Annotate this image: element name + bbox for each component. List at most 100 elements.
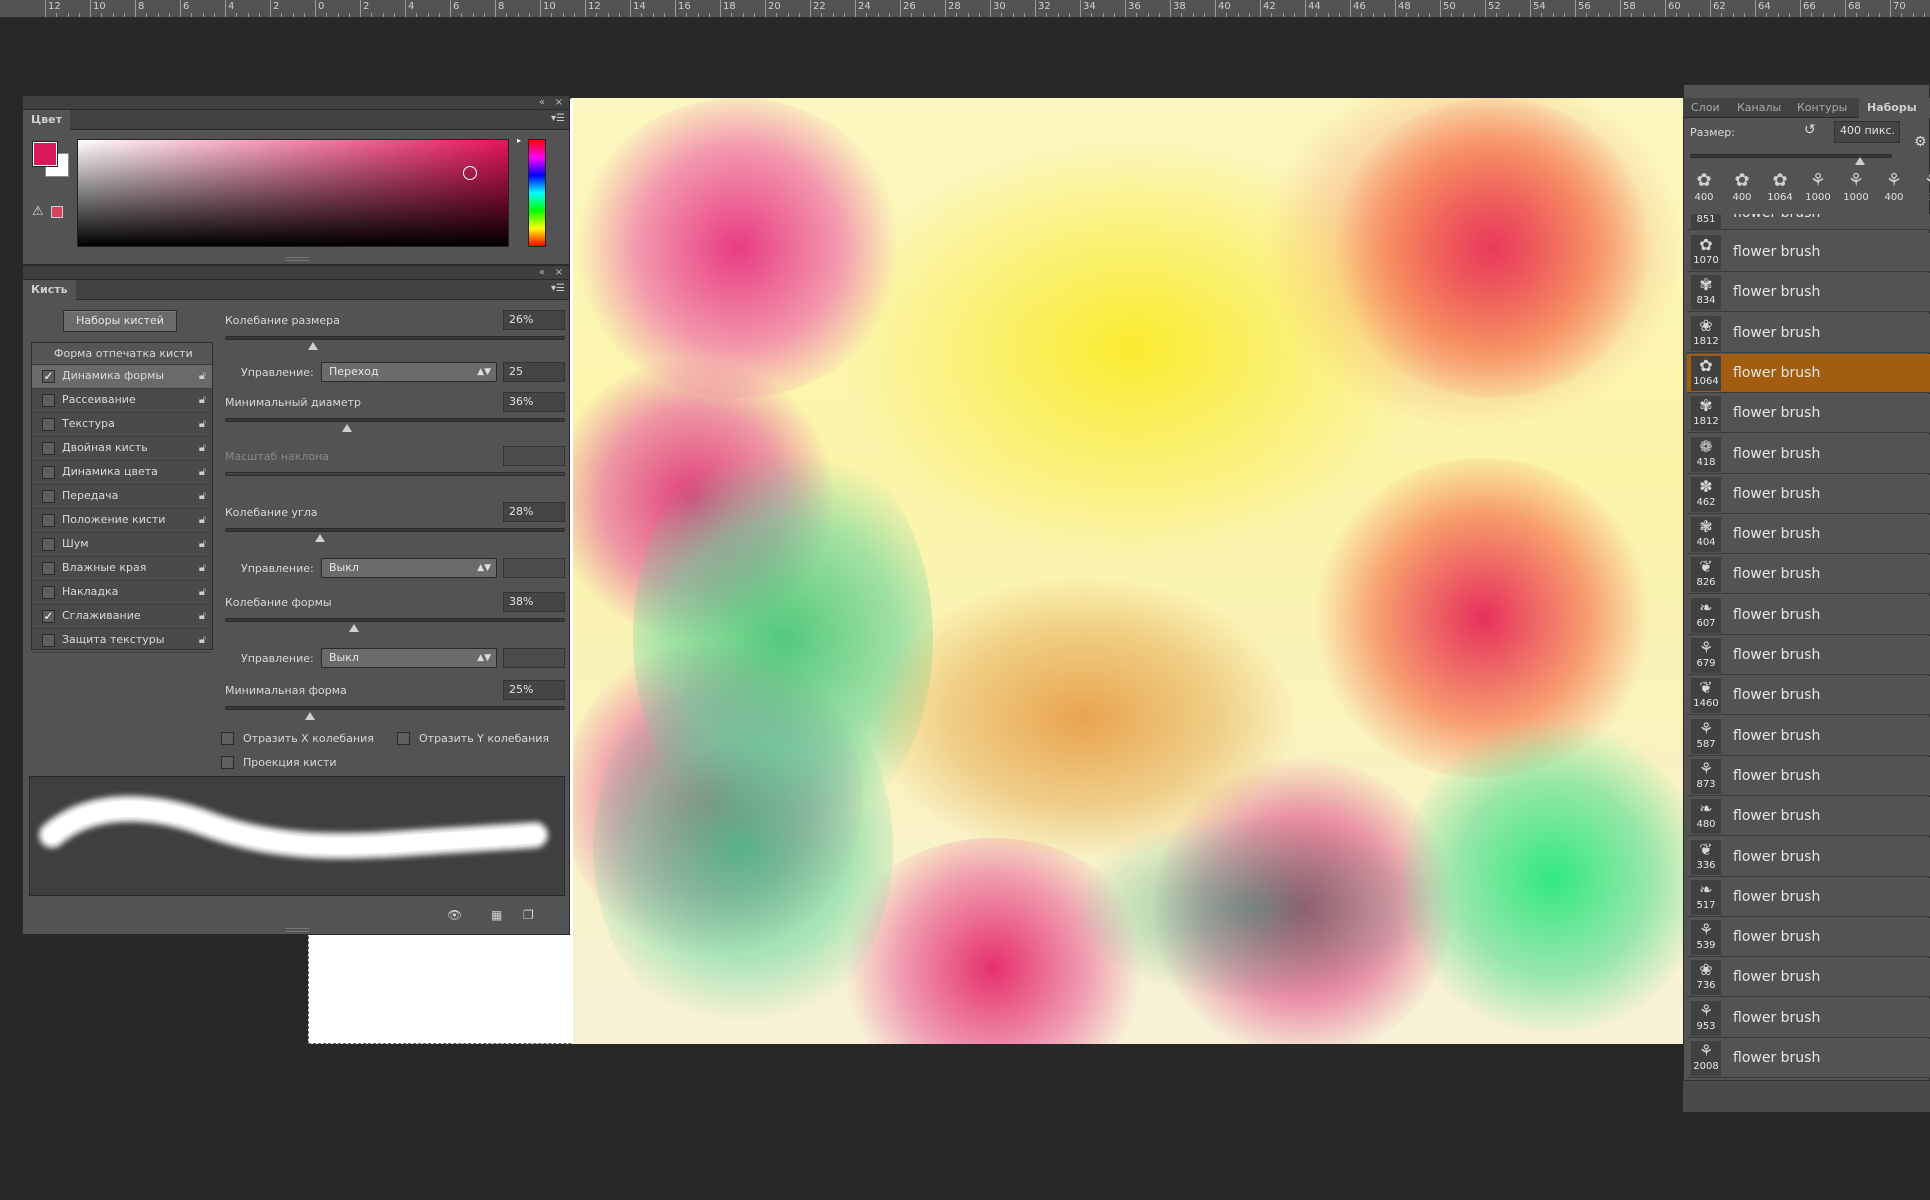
size-control-amount[interactable]: 25 xyxy=(503,362,565,382)
brush-strip-preset[interactable]: ✿ 400 xyxy=(1686,170,1722,210)
angle-jitter-value[interactable]: 28% xyxy=(503,502,565,522)
lock-icon[interactable]: 🔓︎ xyxy=(199,561,206,575)
horizontal-ruler[interactable]: 12 10 8 6 4 2 0 2 4 6 8 10 12 14 16 18 20 22 24 26 28 30 32 34 3… xyxy=(0,0,1930,18)
min-diameter-slider[interactable] xyxy=(225,418,565,422)
brush-option-row[interactable]: Текстура 🔓︎ xyxy=(32,413,212,437)
roundness-jitter-value[interactable]: 38% xyxy=(503,592,565,612)
option-checkbox[interactable]: ✓ xyxy=(42,370,55,383)
brush-preset-row[interactable]: ✿ 1070 flower brush xyxy=(1687,233,1930,272)
tab-color[interactable]: Цвет xyxy=(23,110,71,130)
color-picker-field[interactable] xyxy=(77,139,509,247)
preset-settings-icon[interactable]: ⚙ xyxy=(1914,134,1927,150)
lock-icon[interactable]: 🔓︎ xyxy=(199,465,206,479)
brush-option-row[interactable]: Положение кисти 🔓︎ xyxy=(32,509,212,533)
size-jitter-thumb[interactable] xyxy=(308,342,319,350)
lock-icon[interactable]: 🔓︎ xyxy=(199,441,206,455)
option-checkbox[interactable]: ✓ xyxy=(42,610,55,623)
brush-strip-preset[interactable]: ⚘ 1000 xyxy=(1800,170,1836,210)
brush-preset-row-partial[interactable]: ✿851 flower brush xyxy=(1687,214,1930,230)
size-value-box[interactable]: 400 пикс. xyxy=(1834,121,1900,143)
watercolor-artwork[interactable] xyxy=(573,98,1683,1044)
brush-preset-row[interactable]: ❧ 480 flower brush xyxy=(1687,797,1930,837)
option-checkbox[interactable] xyxy=(42,538,55,551)
angle-jitter-slider[interactable] xyxy=(225,528,565,532)
panel-resize-grip[interactable] xyxy=(285,928,309,932)
brush-preset-row[interactable]: ✾ 1812 flower brush xyxy=(1687,394,1930,434)
brush-preset-row[interactable]: ❦ 1460 flower brush xyxy=(1687,676,1930,716)
brush-option-row[interactable]: Шум 🔓︎ xyxy=(32,533,212,557)
tab-layers[interactable]: Слои xyxy=(1683,98,1728,118)
option-checkbox[interactable] xyxy=(42,514,55,527)
brush-option-row[interactable]: ✓ Динамика формы 🔓︎ xyxy=(32,365,212,389)
close-icon[interactable]: × xyxy=(555,266,563,280)
size-control-select[interactable]: Переход ▲▼ xyxy=(321,362,497,382)
flip-x-checkbox[interactable] xyxy=(221,732,234,745)
min-roundness-value[interactable]: 25% xyxy=(503,680,565,700)
brush-option-row[interactable]: Влажные края 🔓︎ xyxy=(32,557,212,581)
brush-preset-row[interactable]: ❃ 404 flower brush xyxy=(1687,515,1930,555)
size-jitter-slider[interactable] xyxy=(225,336,565,340)
tab-channels[interactable]: Каналы xyxy=(1729,98,1789,118)
brush-preset-row[interactable]: ❀ 1812 flower brush xyxy=(1687,313,1930,353)
lock-icon[interactable]: 🔓︎ xyxy=(199,489,206,503)
min-roundness-slider[interactable] xyxy=(225,706,565,710)
brush-preset-row[interactable]: ⚘ 2008 flower brush xyxy=(1687,1039,1930,1078)
brush-option-row[interactable]: Накладка 🔓︎ xyxy=(32,581,212,605)
brush-preset-row[interactable]: ❀ 736 flower brush xyxy=(1687,958,1930,998)
panel-resize-grip[interactable] xyxy=(285,257,309,261)
brush-preset-row[interactable]: ✽ 462 flower brush xyxy=(1687,474,1930,514)
warning-triangle-icon[interactable]: ⚠ xyxy=(32,204,44,219)
lock-icon[interactable]: 🔓︎ xyxy=(199,369,206,383)
brush-preset-row[interactable]: ⚘ 873 flower brush xyxy=(1687,756,1930,796)
projection-checkbox[interactable] xyxy=(221,756,234,769)
color-picker-marker[interactable] xyxy=(463,166,477,180)
brush-option-row[interactable]: Двойная кисть 🔓︎ xyxy=(32,437,212,461)
brush-presets-button[interactable]: Наборы кистей xyxy=(63,310,177,332)
angle-jitter-thumb[interactable] xyxy=(315,534,326,542)
lock-icon[interactable]: 🔓︎ xyxy=(199,633,206,647)
collapse-icon[interactable]: « xyxy=(539,96,545,110)
min-diameter-value[interactable]: 36% xyxy=(503,392,565,412)
brush-preset-row[interactable]: ✾ 834 flower brush xyxy=(1687,273,1930,313)
brush-option-row[interactable]: Передача 🔓︎ xyxy=(32,485,212,509)
lock-icon[interactable]: 🔓︎ xyxy=(199,585,206,599)
option-checkbox[interactable] xyxy=(42,634,55,647)
brush-strip-preset[interactable]: ⚘ 1000 xyxy=(1838,170,1874,210)
lock-icon[interactable]: 🔓︎ xyxy=(199,393,206,407)
brush-option-row[interactable]: Защита текстуры 🔓︎ xyxy=(32,629,212,653)
tab-paths[interactable]: Контуры xyxy=(1789,98,1855,118)
tab-brush[interactable]: Кисть xyxy=(23,280,76,300)
option-checkbox[interactable] xyxy=(42,442,55,455)
brush-preset-row[interactable]: ❧ 607 flower brush xyxy=(1687,595,1930,635)
tip-shape-header[interactable]: Форма отпечатка кисти xyxy=(32,343,212,365)
min-diameter-thumb[interactable] xyxy=(342,424,353,432)
lock-icon[interactable]: 🔓︎ xyxy=(199,417,206,431)
brush-preset-row[interactable]: ⚘ 679 flower brush xyxy=(1687,636,1930,675)
brush-preset-row[interactable]: ❦ 336 flower brush xyxy=(1687,837,1930,877)
option-checkbox[interactable] xyxy=(42,394,55,407)
collapse-icon[interactable]: « xyxy=(539,266,545,280)
option-checkbox[interactable] xyxy=(42,490,55,503)
min-roundness-thumb[interactable] xyxy=(305,712,315,720)
reset-size-icon[interactable]: ↺ xyxy=(1804,122,1816,138)
option-checkbox[interactable] xyxy=(42,418,55,431)
panel-menu-icon[interactable]: ▾☰ xyxy=(551,113,565,124)
size-slider-thumb[interactable] xyxy=(1855,157,1865,165)
brush-preset-row[interactable]: ⚘ 953 flower brush xyxy=(1687,998,1930,1038)
panel-menu-icon[interactable]: ▾☰ xyxy=(551,283,565,294)
protect-texture-toggle-icon[interactable]: 👁 xyxy=(447,908,462,922)
flip-y-checkbox[interactable] xyxy=(397,732,410,745)
foreground-color-swatch[interactable] xyxy=(32,141,58,167)
lock-icon[interactable]: 🔓︎ xyxy=(199,609,206,623)
brush-preset-row[interactable]: ✿ 1064 flower brush xyxy=(1687,353,1930,393)
option-checkbox[interactable] xyxy=(42,586,55,599)
brush-grid-icon[interactable]: ▦ xyxy=(491,908,502,922)
brush-preset-row[interactable]: ⚘ 587 flower brush xyxy=(1687,716,1930,756)
brush-strip-preset[interactable]: ✿ 1064 xyxy=(1762,170,1798,210)
option-checkbox[interactable] xyxy=(42,466,55,479)
brush-strip-preset[interactable]: ✿ 400 xyxy=(1724,170,1760,210)
web-safe-color-chip[interactable] xyxy=(51,206,63,218)
brush-preset-row[interactable]: ❦ 826 flower brush xyxy=(1687,555,1930,595)
option-checkbox[interactable] xyxy=(42,562,55,575)
angle-control-select[interactable]: Выкл ▲▼ xyxy=(321,558,497,578)
